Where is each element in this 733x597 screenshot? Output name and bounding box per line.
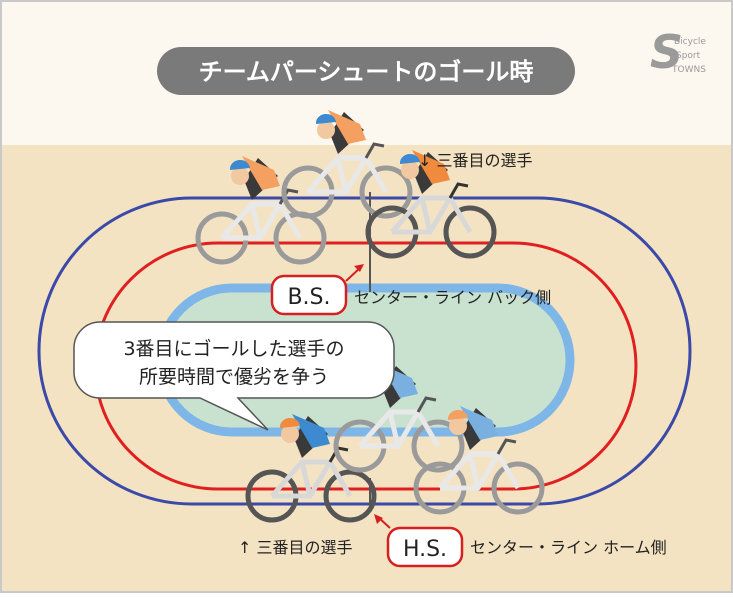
diagram-title: チームパーシュートのゴール時 [199,58,534,86]
bs-center-line-label: センター・ライン バック側 [354,288,551,307]
callout-line-1: 3番目にゴールした選手の [123,338,344,360]
callout-line-2: 所要時間で優劣を争う [139,366,329,388]
logo-text-bot: TOWNS [671,65,706,75]
third-rider-label-bottom: ↑ 三番目の選手 [238,538,353,557]
third-rider-label-top: ↓ 三番目の選手 [418,151,533,170]
back-straight-badge: B.S. [270,274,348,316]
home-straight-badge: H.S. [386,526,464,568]
hs-badge-text: H.S. [403,537,447,562]
title-pill: チームパーシュートのゴール時 [157,47,575,95]
hs-center-line-label: センター・ライン ホーム側 [470,538,667,557]
velodrome-diagram: チームパーシュートのゴール時 S Bicycle Sport TOWNS ↓ 三… [0,0,733,593]
bs-badge-text: B.S. [287,285,330,310]
logo-text-top: Bicycle [674,37,706,47]
diagram-stage: チームパーシュートのゴール時 S Bicycle Sport TOWNS ↓ 三… [0,0,733,593]
logo-text-mid: Sport [676,51,701,61]
